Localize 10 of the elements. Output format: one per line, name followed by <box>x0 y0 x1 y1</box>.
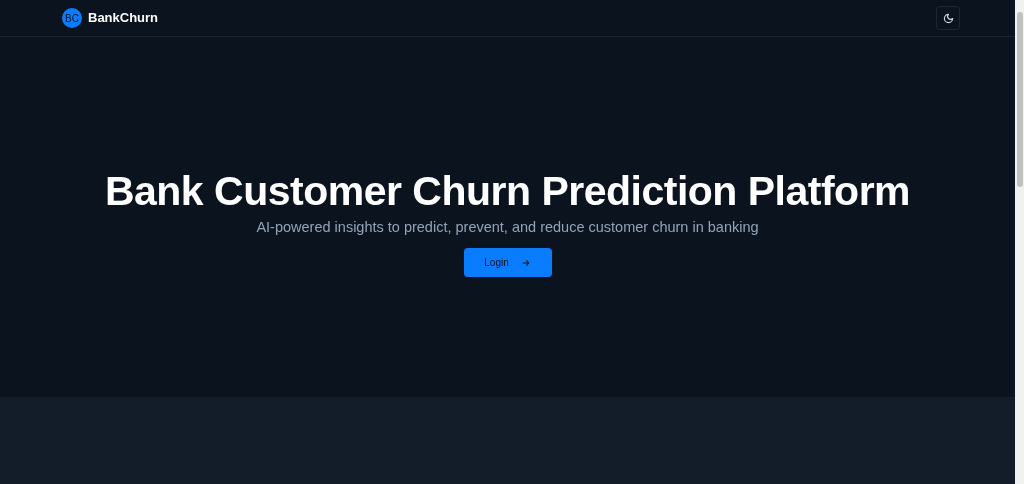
logo-badge: BC <box>62 8 82 28</box>
hero-title: Bank Customer Churn Prediction Platform <box>104 166 911 215</box>
hero-subtitle: AI-powered insights to predict, prevent, and reduce customer churn in banking <box>256 217 759 237</box>
brand-name: BankChurn <box>88 9 159 28</box>
theme-toggle-button[interactable] <box>936 6 960 30</box>
login-button[interactable]: Login <box>463 248 552 278</box>
arrow-right-icon <box>520 257 531 268</box>
moon-icon <box>942 12 954 24</box>
scrollbar[interactable] <box>1015 0 1024 484</box>
scrollbar-thumb[interactable] <box>1016 12 1023 187</box>
